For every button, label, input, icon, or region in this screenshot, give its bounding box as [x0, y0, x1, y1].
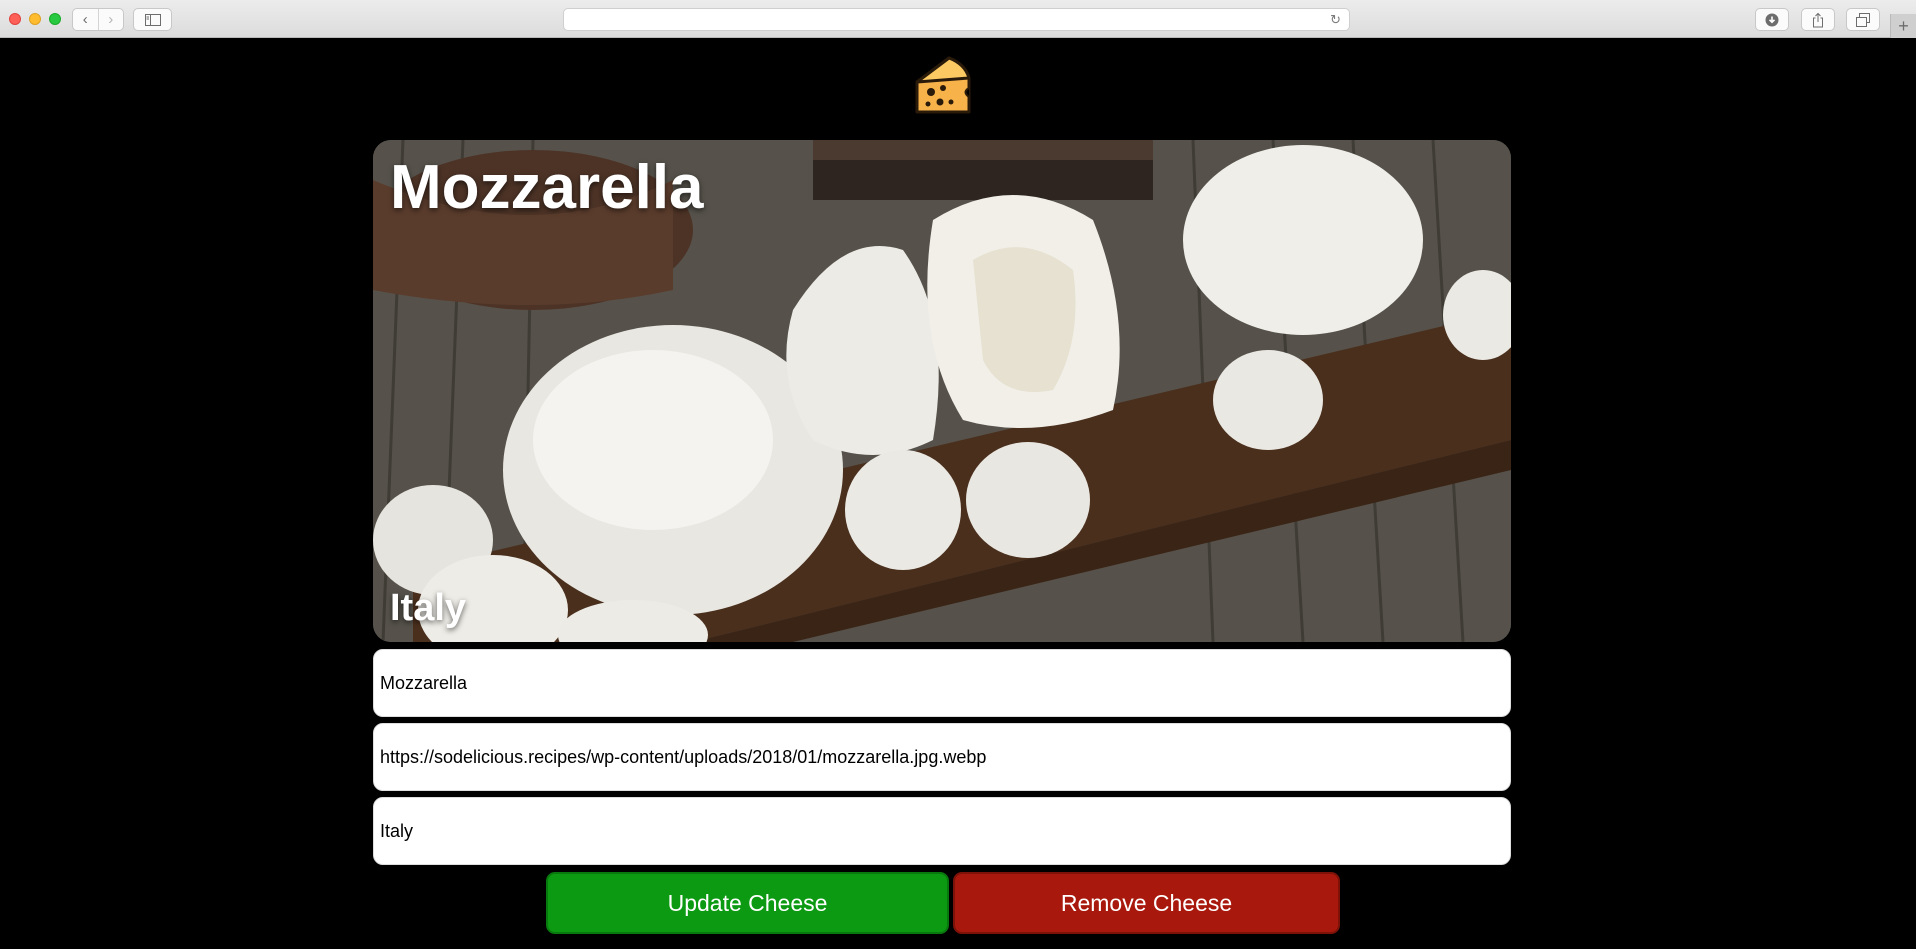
share-icon[interactable]: [1801, 8, 1835, 31]
update-cheese-button[interactable]: Update Cheese: [546, 872, 949, 934]
zoom-window-button[interactable]: [49, 13, 61, 25]
reload-icon[interactable]: ↻: [1330, 12, 1341, 28]
browser-toolbar: ‹ › ↻ +: [0, 0, 1916, 38]
close-window-button[interactable]: [9, 13, 21, 25]
minimize-window-button[interactable]: [29, 13, 41, 25]
new-tab-icon[interactable]: +: [1890, 14, 1916, 38]
cheese-origin-input[interactable]: [373, 797, 1511, 865]
remove-cheese-button[interactable]: Remove Cheese: [953, 872, 1340, 934]
address-bar[interactable]: ↻: [563, 8, 1350, 31]
forward-icon[interactable]: ›: [97, 9, 124, 30]
cheese-icon[interactable]: [909, 52, 975, 118]
cheese-card: Mozzarella Italy: [373, 140, 1511, 642]
cheese-title: Mozzarella: [390, 153, 704, 222]
back-icon[interactable]: ‹: [73, 9, 98, 30]
cheese-name-input[interactable]: [373, 649, 1511, 717]
cheese-image-url-input[interactable]: [373, 723, 1511, 791]
tabs-icon[interactable]: [1846, 8, 1880, 31]
cheese-origin: Italy: [390, 587, 467, 629]
history-nav: ‹ ›: [72, 8, 124, 31]
sidebar-icon[interactable]: [133, 8, 172, 31]
download-icon[interactable]: [1755, 8, 1789, 31]
